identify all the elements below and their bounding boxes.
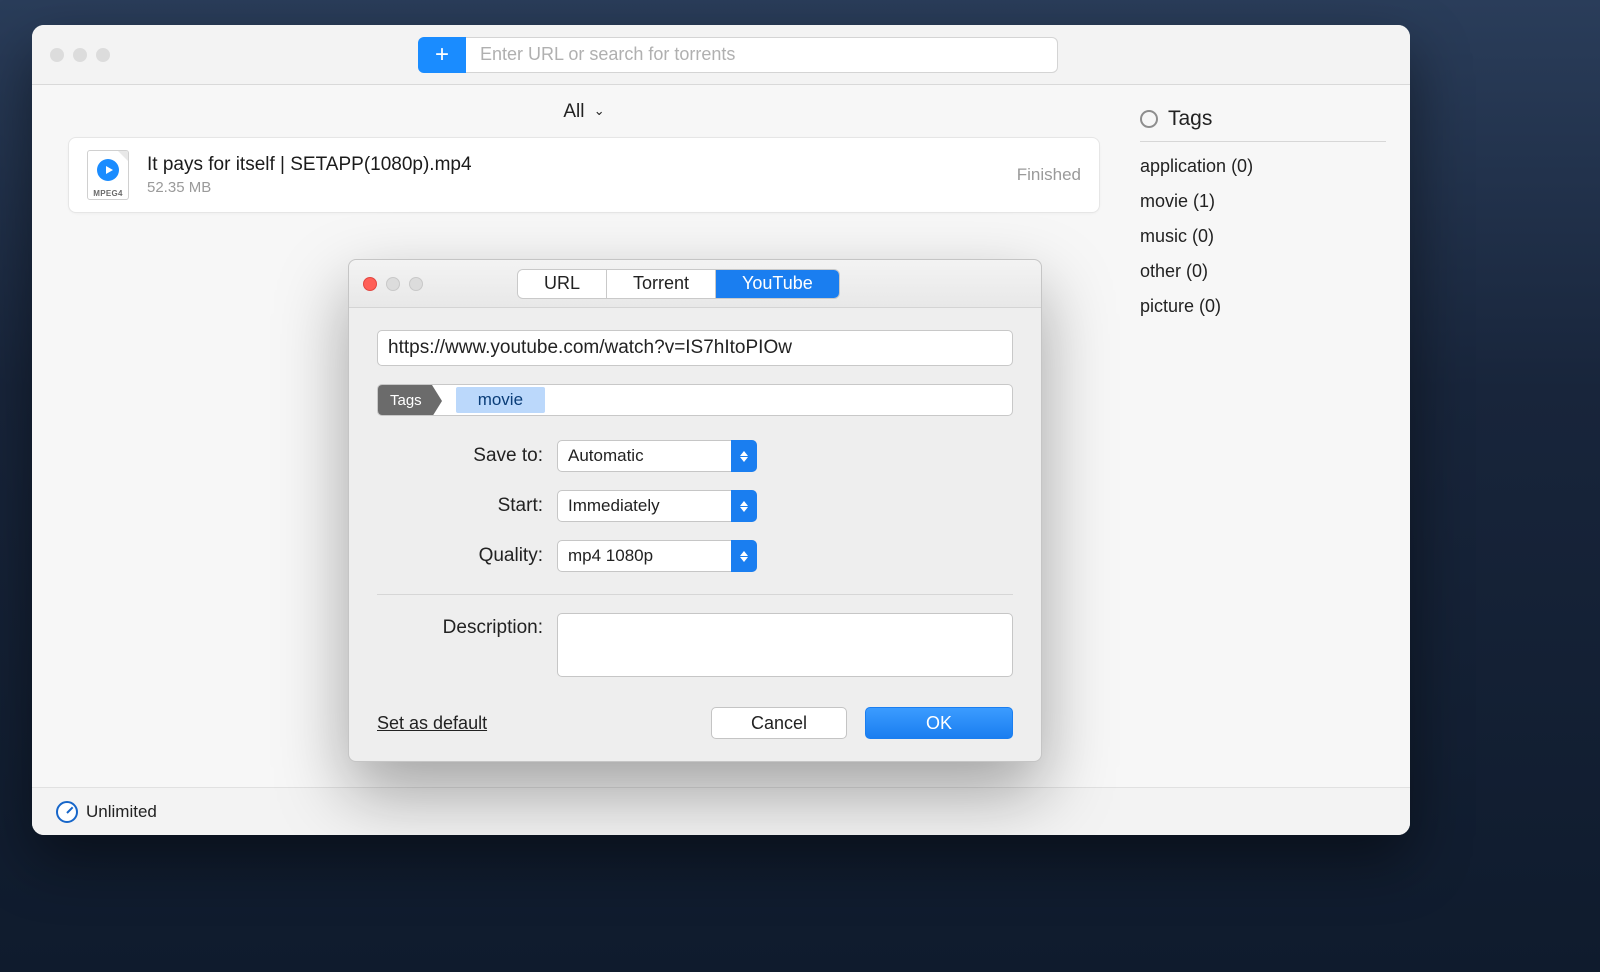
download-info: It pays for itself | SETAPP(1080p).mp4 5… (147, 154, 999, 196)
divider (377, 594, 1013, 595)
download-status: Finished (1017, 165, 1081, 185)
save-to-value: Automatic (557, 440, 757, 472)
url-input[interactable] (377, 330, 1013, 366)
tab-torrent[interactable]: Torrent (606, 270, 715, 298)
speed-label[interactable]: Unlimited (86, 802, 157, 822)
options-grid: Save to: Automatic Start: Immediately Qu… (377, 440, 1013, 572)
chevron-updown-icon (731, 490, 757, 522)
dialog-window-controls (363, 277, 423, 291)
dialog-footer: Set as default Cancel OK (349, 677, 1041, 739)
start-value: Immediately (557, 490, 757, 522)
tag-item[interactable]: movie (1) (1140, 191, 1386, 212)
set-default-link[interactable]: Set as default (377, 713, 487, 734)
download-title: It pays for itself | SETAPP(1080p).mp4 (147, 154, 999, 176)
sidebar: Tags application (0) movie (1) music (0)… (1140, 85, 1410, 787)
tags-heading[interactable]: Tags (1140, 107, 1386, 142)
plus-icon: + (435, 41, 449, 69)
app-window: + All ⌄ MPEG4 It pays for itself | SETAP… (32, 25, 1410, 835)
quality-label: Quality: (377, 545, 557, 567)
quality-value: mp4 1080p (557, 540, 757, 572)
dialog-minimize-button (386, 277, 400, 291)
status-bar: Unlimited (32, 787, 1410, 835)
search-wrap: + (418, 37, 1058, 73)
download-size: 52.35 MB (147, 179, 999, 196)
tag-item[interactable]: application (0) (1140, 156, 1386, 177)
description-row: Description: (377, 613, 1013, 677)
zoom-window-button[interactable] (96, 48, 110, 62)
dialog-zoom-button (409, 277, 423, 291)
add-download-dialog: URL Torrent YouTube Tags movie Save to: … (348, 259, 1042, 762)
search-input[interactable] (466, 37, 1058, 73)
add-button[interactable]: + (418, 37, 466, 73)
mpeg4-file-icon: MPEG4 (87, 150, 129, 200)
chevron-updown-icon (731, 540, 757, 572)
tag-list: application (0) movie (1) music (0) othe… (1140, 156, 1386, 317)
save-to-label: Save to: (377, 445, 557, 467)
cancel-button[interactable]: Cancel (711, 707, 847, 739)
ok-button[interactable]: OK (865, 707, 1013, 739)
dialog-body: Tags movie Save to: Automatic Start: Imm… (349, 308, 1041, 677)
source-tabs: URL Torrent YouTube (517, 269, 840, 299)
tag-item[interactable]: other (0) (1140, 261, 1386, 282)
tag-item[interactable]: picture (0) (1140, 296, 1386, 317)
filter-dropdown[interactable]: All ⌄ (68, 85, 1100, 137)
titlebar: + (32, 25, 1410, 85)
close-window-button[interactable] (50, 48, 64, 62)
download-item[interactable]: MPEG4 It pays for itself | SETAPP(1080p)… (68, 137, 1100, 213)
tags-field[interactable]: Tags movie (377, 384, 1013, 416)
chevron-down-icon: ⌄ (594, 103, 605, 118)
speed-gauge-icon (56, 801, 78, 823)
quality-select[interactable]: mp4 1080p (557, 540, 757, 572)
tags-heading-label: Tags (1168, 107, 1212, 131)
tab-url[interactable]: URL (518, 270, 606, 298)
window-controls (50, 48, 110, 62)
tab-youtube[interactable]: YouTube (715, 270, 839, 298)
start-select[interactable]: Immediately (557, 490, 757, 522)
description-label: Description: (377, 613, 557, 639)
save-to-select[interactable]: Automatic (557, 440, 757, 472)
radio-icon (1140, 110, 1158, 128)
description-input[interactable] (557, 613, 1013, 677)
dialog-close-button[interactable] (363, 277, 377, 291)
dialog-titlebar: URL Torrent YouTube (349, 260, 1041, 308)
tag-chip-movie[interactable]: movie (456, 387, 545, 413)
tag-item[interactable]: music (0) (1140, 226, 1386, 247)
start-label: Start: (377, 495, 557, 517)
filter-label: All (563, 101, 584, 122)
minimize-window-button[interactable] (73, 48, 87, 62)
chevron-updown-icon (731, 440, 757, 472)
tags-field-label: Tags (378, 385, 432, 415)
